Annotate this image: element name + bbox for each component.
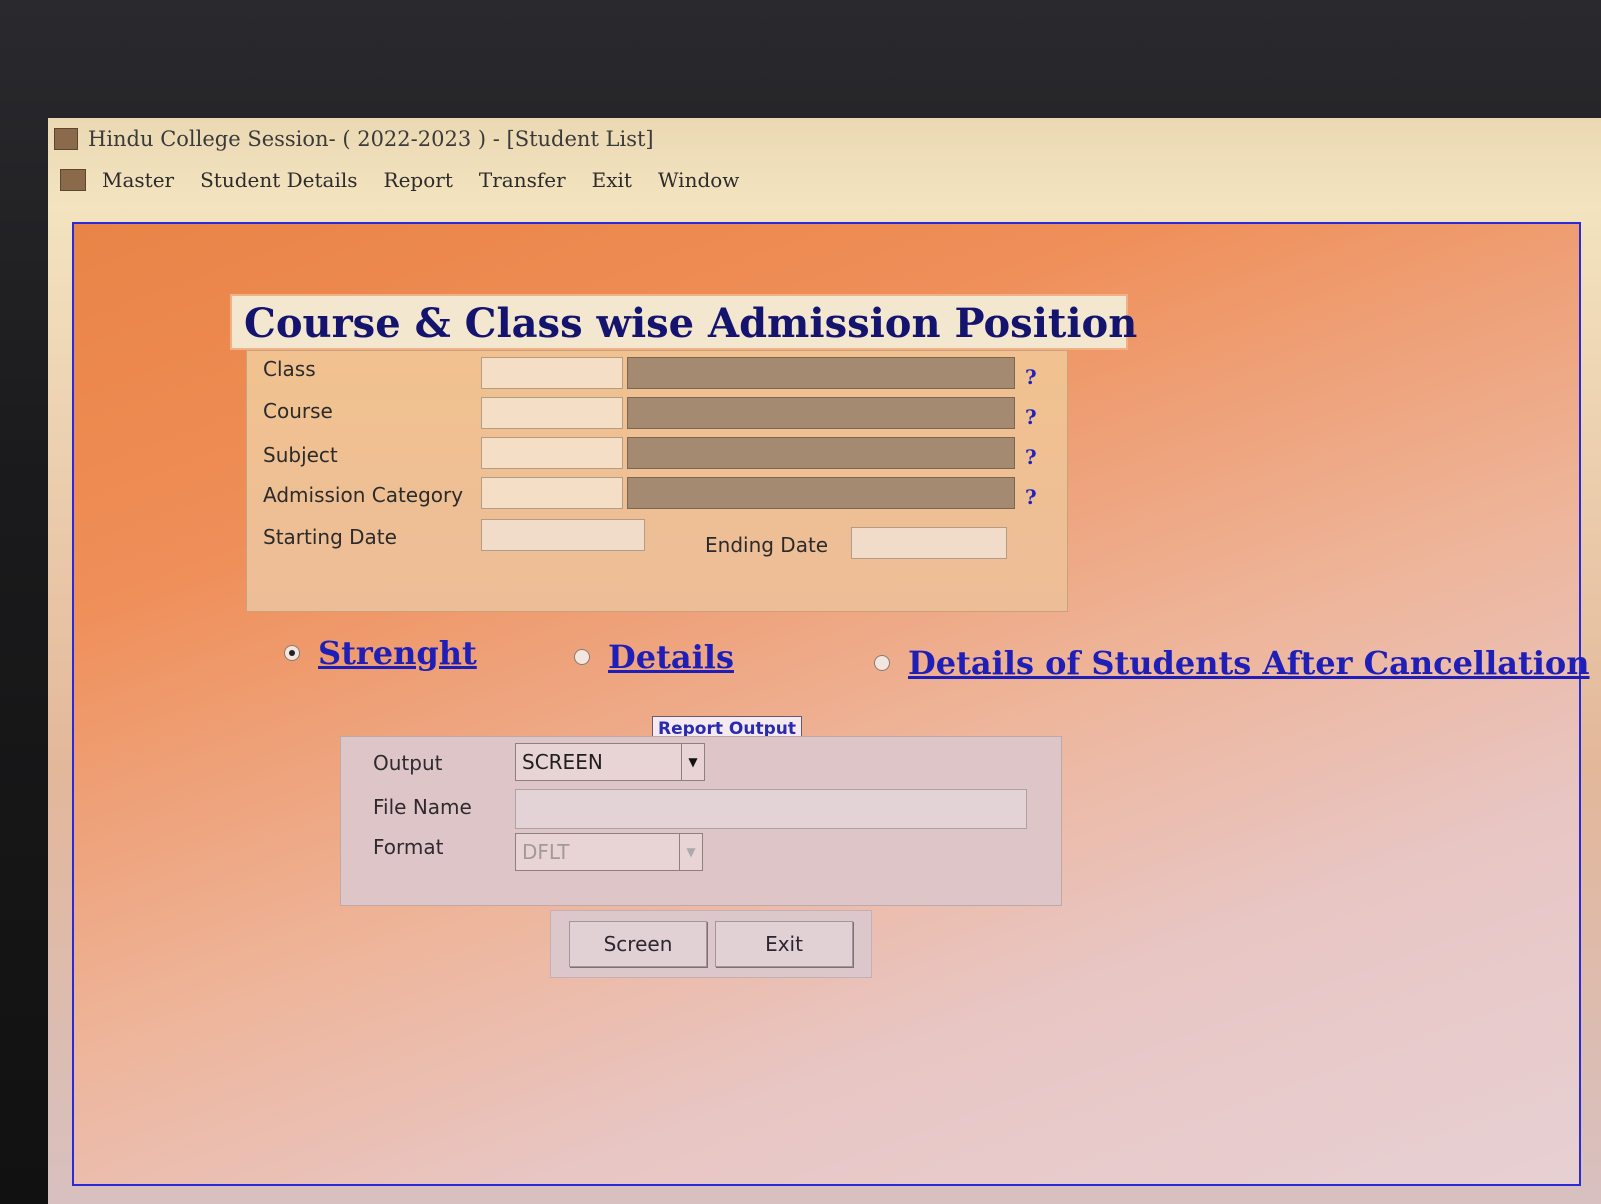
format-select-value: DFLT: [522, 840, 570, 864]
menu-window[interactable]: Window: [658, 168, 739, 192]
admission-category-label: Admission Category: [263, 483, 464, 507]
document-icon[interactable]: [60, 169, 86, 191]
menu-exit[interactable]: Exit: [592, 168, 632, 192]
ending-date-label: Ending Date: [705, 533, 829, 557]
menu-student-details[interactable]: Student Details: [200, 168, 357, 192]
chevron-down-icon[interactable]: ▼: [681, 744, 704, 780]
format-label: Format: [373, 835, 444, 859]
output-select[interactable]: SCREEN ▼: [515, 743, 705, 781]
strength-radio[interactable]: [284, 645, 300, 661]
menu-transfer[interactable]: Transfer: [479, 168, 566, 192]
course-label: Course: [263, 399, 333, 423]
application-window: Hindu College Session- ( 2022-2023 ) - […: [48, 118, 1601, 1204]
filter-panel: Class ? Course ? Subject ? Admission Cat…: [246, 350, 1068, 612]
admission-category-lookup-button[interactable]: ?: [1025, 485, 1037, 509]
report-option-strength[interactable]: Strenght: [284, 634, 477, 672]
subject-label: Subject: [263, 443, 338, 467]
window-title: Hindu College Session- ( 2022-2023 ) - […: [88, 127, 654, 151]
report-option-cancellation[interactable]: Details of Students After Cancellation: [874, 644, 1590, 682]
file-name-input[interactable]: [515, 789, 1027, 829]
report-option-details[interactable]: Details: [574, 638, 734, 676]
class-description-field: [627, 357, 1015, 389]
details-label[interactable]: Details: [608, 638, 734, 676]
subject-code-input[interactable]: [481, 437, 623, 469]
subject-lookup-button[interactable]: ?: [1025, 445, 1037, 469]
app-icon: [54, 128, 78, 150]
menu-master[interactable]: Master: [102, 168, 174, 192]
title-bar: Hindu College Session- ( 2022-2023 ) - […: [48, 118, 1601, 160]
exit-button[interactable]: Exit: [715, 921, 853, 967]
output-select-value: SCREEN: [522, 750, 603, 774]
starting-date-label: Starting Date: [263, 525, 397, 549]
class-lookup-button[interactable]: ?: [1025, 365, 1037, 389]
menu-bar: Master Student Details Report Transfer E…: [48, 162, 765, 198]
student-list-form: Course & Class wise Admission Position C…: [72, 222, 1590, 1186]
subject-description-field: [627, 437, 1015, 469]
format-select[interactable]: DFLT ▼: [515, 833, 703, 871]
output-label: Output: [373, 751, 443, 775]
form-title: Course & Class wise Admission Position: [230, 294, 1137, 350]
ending-date-input[interactable]: [851, 527, 1007, 559]
class-label: Class: [263, 357, 316, 381]
details-radio[interactable]: [574, 649, 590, 665]
starting-date-input[interactable]: [481, 519, 645, 551]
cancellation-radio[interactable]: [874, 655, 890, 671]
screen-button[interactable]: Screen: [569, 921, 707, 967]
file-name-label: File Name: [373, 795, 472, 819]
admission-category-description-field: [627, 477, 1015, 509]
report-output-panel: Output SCREEN ▼ File Name Format DFLT ▼: [340, 736, 1062, 906]
course-lookup-button[interactable]: ?: [1025, 405, 1037, 429]
chevron-down-icon[interactable]: ▼: [679, 834, 702, 870]
course-code-input[interactable]: [481, 397, 623, 429]
admission-category-code-input[interactable]: [481, 477, 623, 509]
strength-label[interactable]: Strenght: [318, 634, 477, 672]
class-code-input[interactable]: [481, 357, 623, 389]
menu-report[interactable]: Report: [384, 168, 453, 192]
cancellation-label[interactable]: Details of Students After Cancellation: [908, 644, 1590, 682]
course-description-field: [627, 397, 1015, 429]
button-bar: Screen Exit: [550, 910, 872, 978]
